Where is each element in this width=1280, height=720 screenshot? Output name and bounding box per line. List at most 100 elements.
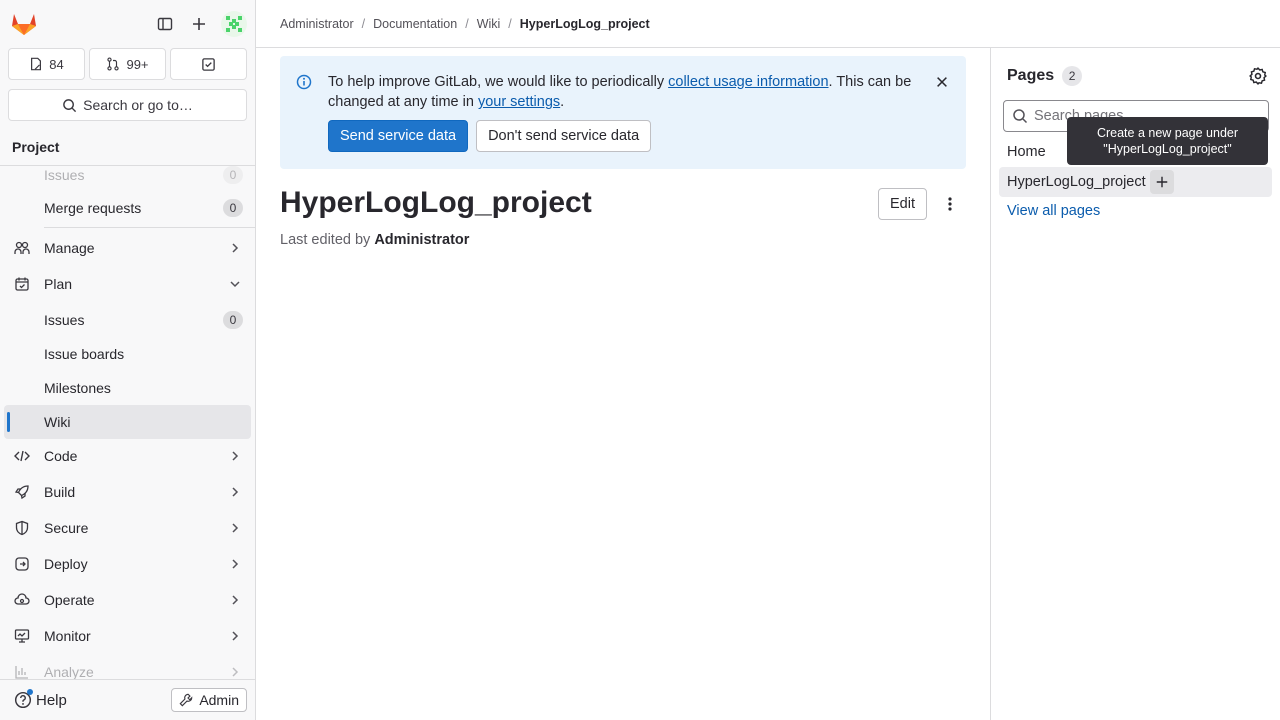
counters: 84 99+: [0, 48, 255, 80]
page-item-label: Home: [1007, 144, 1046, 160]
issues-icon: [31, 57, 42, 71]
divider: [44, 227, 255, 228]
create-new-icon[interactable]: [183, 8, 215, 40]
pages-header: Pages 2: [1007, 66, 1083, 86]
alert-text-before: To help improve GitLab, we would like to…: [328, 74, 669, 90]
sidebar-item-build[interactable]: Build: [4, 475, 251, 509]
search-button[interactable]: Search or go to…: [8, 89, 247, 121]
sidebar-item-monitor[interactable]: Monitor: [4, 619, 251, 653]
gitlab-logo-icon[interactable]: [8, 8, 40, 40]
view-all-pages-link[interactable]: View all pages: [1007, 203, 1100, 219]
avatar[interactable]: [221, 11, 247, 37]
page-item-hyperloglog[interactable]: HyperLogLog_project: [999, 167, 1272, 197]
sidebar-header: [0, 0, 255, 48]
collect-usage-link[interactable]: collect usage information: [668, 74, 828, 90]
issues-badge: 0: [223, 166, 243, 184]
chart-icon: [15, 666, 28, 679]
page-title: HyperLogLog_project: [280, 186, 592, 219]
last-edited-prefix: Last edited by: [280, 232, 375, 248]
chevron-right-icon: [232, 595, 239, 605]
chevron-right-icon: [232, 523, 239, 533]
breadcrumb: Administrator / Documentation / Wiki / H…: [256, 0, 1280, 48]
breadcrumb-item-wiki[interactable]: Wiki: [477, 17, 501, 31]
merge-requests-count: 99+: [126, 56, 149, 72]
add-subpage-icon[interactable]: [1149, 170, 1174, 194]
dont-send-service-data-button[interactable]: Don't send service data: [476, 120, 652, 152]
sidebar-item-label: Analyze: [44, 664, 94, 680]
sidebar-item-label: Build: [44, 484, 76, 500]
chevron-right-icon: [232, 631, 239, 641]
wiki-pages-sidebar: Pages 2 Home HyperLogLog_project View al…: [990, 48, 1280, 720]
breadcrumb-item-documentation[interactable]: Documentation: [373, 17, 457, 31]
sidebar-item-milestones[interactable]: Milestones: [4, 371, 251, 405]
deploy-icon: [15, 557, 29, 571]
chevron-right-icon: [232, 667, 239, 677]
last-edited-author[interactable]: Administrator: [374, 232, 469, 248]
sidebar-item-label: Milestones: [44, 380, 111, 396]
help-notification-dot: [27, 689, 33, 695]
todo-counter-button[interactable]: [170, 48, 247, 80]
merge-requests-badge: 0: [223, 199, 243, 217]
settings-icon[interactable]: [1249, 67, 1267, 85]
search-button-label: Search or go to…: [83, 97, 193, 113]
sidebar-item-deploy[interactable]: Deploy: [4, 547, 251, 581]
monitor-icon: [14, 629, 30, 643]
wrench-icon: [179, 693, 193, 707]
breadcrumb-item-administrator[interactable]: Administrator: [280, 17, 354, 31]
sidebar-item-operate[interactable]: Operate: [4, 583, 251, 617]
admin-button[interactable]: Admin: [171, 688, 247, 712]
usage-info-alert: To help improve GitLab, we would like to…: [280, 56, 966, 169]
breadcrumb-separator: /: [465, 16, 469, 31]
chevron-right-icon: [232, 243, 239, 253]
search-icon: [1013, 109, 1028, 124]
sidebar-item-issue-boards[interactable]: Issue boards: [4, 337, 251, 371]
calendar-icon: [15, 277, 29, 291]
breadcrumb-item-current[interactable]: HyperLogLog_project: [520, 17, 650, 31]
sidebar-item-plan[interactable]: Plan: [4, 267, 251, 301]
alert-message: To help improve GitLab, we would like to…: [328, 72, 918, 112]
your-settings-link[interactable]: your settings: [478, 94, 560, 110]
code-icon: [14, 450, 30, 462]
chevron-right-icon: [232, 487, 239, 497]
sidebar-item-code[interactable]: Code: [4, 439, 251, 473]
sidebar-item-label: Wiki: [44, 414, 71, 430]
sidebar-item-label: Monitor: [44, 628, 91, 644]
sidebar-item-label: Code: [44, 448, 78, 464]
merge-request-icon: [107, 57, 120, 71]
issues-count: 84: [49, 56, 64, 72]
sidebar-item-merge-requests[interactable]: Merge requests 0: [4, 191, 251, 225]
help-button[interactable]: Help: [8, 689, 67, 709]
sidebar-item-label: Deploy: [44, 556, 88, 572]
merge-requests-counter-button[interactable]: 99+: [89, 48, 166, 80]
breadcrumb-separator: /: [361, 16, 366, 31]
alert-text-after: .: [560, 94, 565, 110]
pages-count-badge: 2: [1062, 66, 1083, 86]
search-icon: [63, 98, 77, 112]
chevron-right-icon: [232, 559, 239, 569]
issues-counter-button[interactable]: 84: [8, 48, 85, 80]
sidebar-item-wiki[interactable]: Wiki: [4, 405, 251, 439]
sidebar-item-manage[interactable]: Manage: [4, 231, 251, 265]
plan-issues-badge: 0: [223, 311, 243, 329]
rocket-icon: [14, 485, 29, 500]
create-subpage-tooltip: Create a new page under "HyperLogLog_pro…: [1067, 117, 1268, 165]
send-service-data-button[interactable]: Send service data: [328, 120, 469, 152]
todo-icon: [202, 57, 215, 71]
chevron-right-icon: [232, 451, 239, 461]
page-item-label: HyperLogLog_project: [1007, 174, 1146, 190]
last-edited-info: Last edited by Administrator: [280, 232, 469, 248]
sidebar-item-plan-issues[interactable]: Issues 0: [4, 303, 251, 337]
main-content: To help improve GitLab, we would like to…: [256, 48, 990, 720]
sidebar-footer: Help Admin: [0, 679, 255, 720]
edit-button[interactable]: Edit: [878, 188, 927, 220]
sidebar-item-label: Plan: [44, 276, 73, 292]
more-actions-icon[interactable]: [934, 188, 966, 220]
chevron-down-icon: [230, 281, 240, 288]
cloud-gear-icon: [14, 593, 30, 605]
close-icon[interactable]: [932, 72, 952, 92]
toggle-sidebar-icon[interactable]: [149, 8, 181, 40]
sidebar-item-secure[interactable]: Secure: [4, 511, 251, 545]
info-icon: [296, 74, 312, 90]
sidebar-item-label: Merge requests: [44, 200, 142, 216]
users-icon: [14, 241, 30, 254]
